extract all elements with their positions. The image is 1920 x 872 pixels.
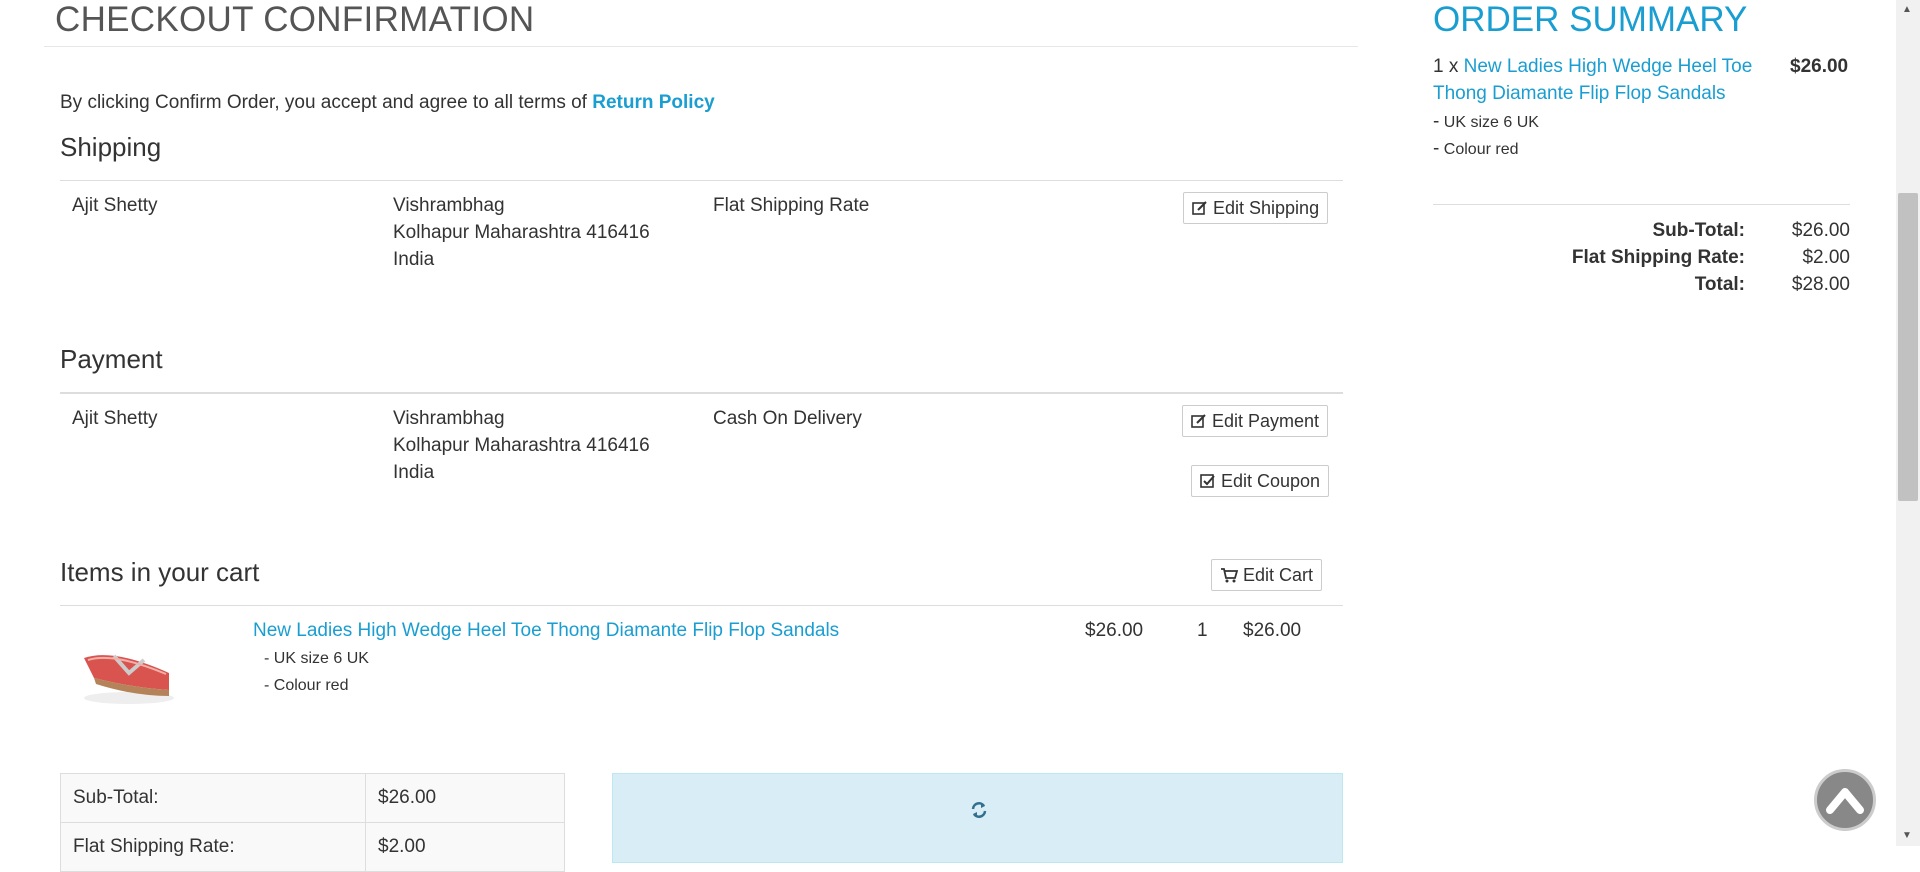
edit-coupon-button[interactable]: Edit Coupon [1191,465,1330,497]
payment-name: Ajit Shetty [72,408,158,429]
bullet-dash: - [1433,111,1440,132]
terms-text: By clicking Confirm Order, you accept an… [60,92,593,113]
payment-method: Cash On Delivery [713,408,862,429]
shipping-rate-label: Flat Shipping Rate: [60,822,366,872]
edit-shipping-label: Edit Shipping [1213,198,1320,218]
check-square-icon [1200,474,1215,488]
confirm-order-panel[interactable] [612,773,1343,863]
payment-address-line2: Kolhapur Maharashtra 416416 [393,435,650,456]
cart-item-option-colour: - Colour red [264,677,349,694]
scroll-down-arrow[interactable]: ▼ [1902,830,1912,841]
payment-divider [60,392,1343,394]
edit-payment-button[interactable]: Edit Payment [1182,405,1329,437]
cart-heading: Items in your cart [60,557,260,587]
cart-totals-table: Sub-Total: $26.00 Flat Shipping Rate: $2… [60,773,565,872]
summary-option-colour-text: Colour red [1443,141,1519,158]
summary-subtotal-value: $26.00 [1791,220,1850,241]
cart-item-total: $26.00 [1243,620,1302,641]
cart-item-option-size: - UK size 6 UK [264,650,369,667]
shipping-heading: Shipping [60,132,162,162]
order-summary-title: ORDER SUMMARY [1433,0,1748,39]
back-to-top-button[interactable] [1814,769,1876,831]
summary-shipping-value: $2.00 [1802,247,1850,268]
return-policy-link[interactable]: Return Policy [592,92,714,113]
bullet-dash: - [1433,138,1440,159]
scroll-up-arrow[interactable]: ▲ [1902,4,1912,15]
scrollbar-thumb[interactable] [1898,193,1918,501]
shipping-address-line2: Kolhapur Maharashtra 416416 [393,222,650,243]
shipping-name: Ajit Shetty [72,195,158,216]
cart-item-price: $26.00 [1085,620,1144,641]
subtotal-value: $26.00 [365,773,565,823]
summary-total-label: Total: [1694,274,1745,295]
subtotal-label: Sub-Total: [60,773,366,823]
summary-total-value: $28.00 [1791,274,1850,295]
edit-icon [1191,414,1206,428]
shopping-cart-icon [1221,568,1239,583]
payment-heading: Payment [60,344,163,374]
summary-option-size: - UK size 6 UK [1433,108,1539,136]
summary-option-size-text: UK size 6 UK [1443,114,1539,131]
edit-cart-button[interactable]: Edit Cart [1211,559,1323,591]
table-row: Sub-Total: $26.00 [60,773,565,823]
summary-option-colour: - Colour red [1433,135,1518,163]
refresh-icon [971,802,987,818]
shipping-rate-value: $2.00 [365,822,565,872]
summary-item-link[interactable]: New Ladies High Wedge Heel Toe Thong Dia… [1433,56,1752,104]
edit-shipping-button[interactable]: Edit Shipping [1183,192,1329,224]
shipping-address-line3: India [393,249,435,270]
cart-item-qty: 1 [1197,620,1208,641]
edit-coupon-label: Edit Coupon [1221,471,1321,491]
shipping-address-line1: Vishrambhag [393,195,505,216]
summary-subtotal-label: Sub-Total: [1652,220,1745,241]
payment-address: Vishrambhag Kolhapur Maharashtra 416416 … [393,405,650,486]
edit-icon [1192,201,1207,215]
cart-divider [60,605,1343,606]
title-divider [44,46,1358,47]
shipping-divider [60,180,1343,181]
shipping-address: Vishrambhag Kolhapur Maharashtra 416416 … [393,192,650,273]
terms-notice: By clicking Confirm Order, you accept an… [60,92,715,114]
edit-cart-label: Edit Cart [1243,565,1314,585]
page-title: CHECKOUT CONFIRMATION [55,0,535,39]
summary-item-price: $26.00 [1790,56,1849,77]
table-row: Flat Shipping Rate: $2.00 [60,822,565,872]
edit-payment-label: Edit Payment [1212,411,1320,431]
payment-address-line3: India [393,462,435,483]
summary-shipping-label: Flat Shipping Rate: [1571,247,1745,268]
cart-item-name-link[interactable]: New Ladies High Wedge Heel Toe Thong Dia… [253,620,839,642]
chevron-up-icon [1826,788,1864,814]
summary-item-qty: 1 x [1433,56,1464,77]
summary-divider [1433,204,1850,205]
payment-address-line1: Vishrambhag [393,408,505,429]
summary-item: 1 x New Ladies High Wedge Heel Toe Thong… [1433,53,1773,107]
shipping-method: Flat Shipping Rate [713,195,870,216]
product-image[interactable] [74,618,184,708]
